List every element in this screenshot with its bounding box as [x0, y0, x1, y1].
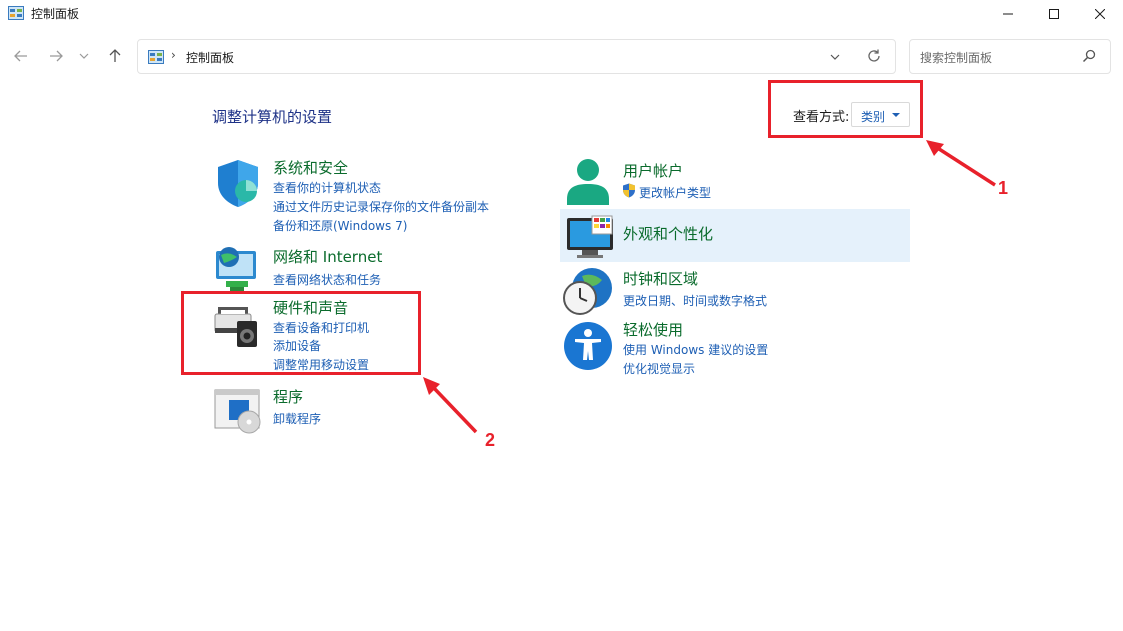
- forward-button[interactable]: [44, 44, 68, 68]
- annotation-arrow-2: [423, 377, 478, 434]
- annotation-arrow-1: [926, 140, 996, 187]
- control-panel-icon: [8, 6, 24, 20]
- annotation-box-view-by: [768, 80, 923, 138]
- programs-icon: [214, 389, 261, 434]
- link-change-date-time-format[interactable]: 更改日期、时间或数字格式: [623, 292, 767, 309]
- category-title-network[interactable]: 网络和 Internet: [273, 246, 382, 267]
- network-globe-icon: [216, 247, 256, 291]
- refresh-icon[interactable]: [866, 48, 882, 64]
- search-icon[interactable]: [1082, 49, 1096, 63]
- category-title-programs[interactable]: 程序: [273, 386, 303, 407]
- chevron-down-icon: [79, 53, 89, 59]
- breadcrumb-separator: ›: [171, 48, 176, 62]
- clock-globe-icon: [563, 268, 612, 315]
- up-button[interactable]: [103, 44, 127, 68]
- link-recommended-settings[interactable]: 使用 Windows 建议的设置: [623, 341, 768, 358]
- arrow-left-icon: [14, 50, 27, 62]
- shield-icon: [218, 160, 258, 207]
- recent-locations-button[interactable]: [74, 44, 94, 68]
- maximize-icon: [1049, 9, 1059, 19]
- search-box[interactable]: 搜索控制面板: [909, 39, 1111, 74]
- close-icon: [1095, 9, 1105, 19]
- annotation-number-1: 1: [998, 178, 1009, 198]
- chevron-down-icon[interactable]: [830, 50, 840, 64]
- annotation-number-2: 2: [485, 430, 496, 450]
- annotation-box-hardware-sound: [181, 291, 421, 375]
- address-bar[interactable]: › 控制面板: [137, 39, 896, 74]
- maximize-button[interactable]: [1031, 0, 1077, 28]
- minimize-icon: [1003, 13, 1013, 15]
- category-title-clock-region[interactable]: 时钟和区域: [623, 268, 698, 289]
- window-title: 控制面板: [31, 7, 80, 21]
- link-optimize-display[interactable]: 优化视觉显示: [623, 360, 695, 377]
- monitor-colors-icon: [567, 215, 613, 258]
- link-backup-restore[interactable]: 备份和还原(Windows 7): [273, 217, 407, 234]
- link-view-computer-status[interactable]: 查看你的计算机状态: [273, 179, 381, 196]
- link-network-status[interactable]: 查看网络状态和任务: [273, 271, 381, 288]
- category-title-ease-of-access[interactable]: 轻松使用: [623, 319, 683, 340]
- category-title-appearance[interactable]: 外观和个性化: [623, 223, 713, 244]
- user-icon: [567, 159, 609, 205]
- title-bar: 控制面板: [0, 0, 1123, 28]
- arrow-up-icon: [109, 49, 121, 62]
- link-uninstall-program[interactable]: 卸载程序: [273, 410, 321, 427]
- link-file-history[interactable]: 通过文件历史记录保存你的文件备份副本: [273, 198, 489, 215]
- back-button[interactable]: [9, 44, 33, 68]
- breadcrumb-control-panel[interactable]: 控制面板: [186, 49, 234, 66]
- search-input[interactable]: 搜索控制面板: [920, 49, 992, 66]
- close-button[interactable]: [1077, 0, 1123, 28]
- accessibility-icon: [564, 322, 612, 370]
- uac-shield-icon: [623, 183, 635, 198]
- page-title: 调整计算机的设置: [212, 108, 333, 126]
- link-change-account-type[interactable]: 更改帐户类型: [639, 184, 711, 201]
- category-title-system-security[interactable]: 系统和安全: [273, 157, 348, 178]
- category-title-user-accounts[interactable]: 用户帐户: [623, 160, 683, 181]
- arrow-right-icon: [50, 50, 63, 62]
- minimize-button[interactable]: [985, 0, 1031, 28]
- control-panel-icon: [148, 50, 164, 64]
